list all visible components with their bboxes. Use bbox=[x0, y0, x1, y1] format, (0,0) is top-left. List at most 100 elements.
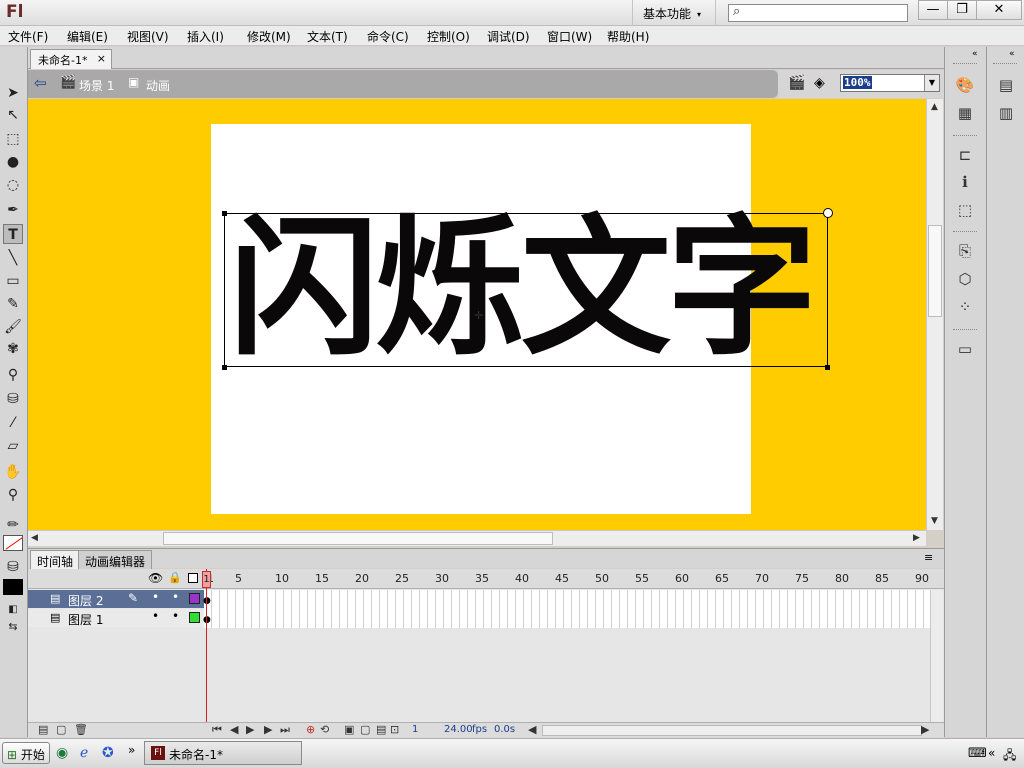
collapse-icon[interactable]: « bbox=[972, 49, 978, 59]
visibility-dot[interactable]: • bbox=[152, 590, 159, 604]
lock-icon[interactable]: 🔒 bbox=[168, 571, 182, 584]
network-icon[interactable]: 🖧 bbox=[1003, 746, 1016, 767]
document-tab[interactable]: 未命名-1* × bbox=[30, 49, 112, 69]
media-icon[interactable]: ✪ bbox=[102, 745, 114, 761]
swatches-panel-icon[interactable]: ▦ bbox=[954, 102, 976, 124]
scroll-thumb[interactable] bbox=[928, 225, 942, 317]
bone-tool-icon[interactable]: ⚲ bbox=[3, 365, 23, 385]
menu-view[interactable]: 视图(V) bbox=[127, 28, 169, 45]
menu-insert[interactable]: 插入(I) bbox=[187, 28, 224, 45]
panel-grip[interactable] bbox=[953, 63, 977, 66]
edit-multiple-frames-icon[interactable]: ▤ bbox=[376, 723, 386, 736]
help-search-input[interactable]: ⌕ bbox=[728, 4, 908, 22]
pencil-tool-icon[interactable]: ✎ bbox=[3, 294, 23, 314]
lasso-tool-icon[interactable]: ◌ bbox=[3, 175, 23, 195]
first-frame-icon[interactable]: ⏮ bbox=[212, 723, 222, 737]
new-layer-icon[interactable]: ▤ bbox=[38, 723, 48, 736]
hand-tool-icon[interactable]: ✋ bbox=[3, 462, 23, 482]
stage-vertical-scrollbar[interactable]: ▲ ▼ bbox=[926, 99, 943, 530]
layer-row[interactable]: ▤ 图层 1 • • bbox=[28, 609, 204, 627]
outline-color-swatch[interactable] bbox=[189, 612, 200, 623]
modify-markers-icon[interactable]: ⊡ bbox=[390, 723, 399, 736]
edit-scene-icon[interactable]: 🎬 bbox=[788, 75, 805, 91]
eye-icon[interactable]: 👁 bbox=[148, 571, 163, 585]
zoom-tool-icon[interactable]: ⚲ bbox=[3, 485, 23, 505]
menu-commands[interactable]: 命令(C) bbox=[367, 28, 409, 45]
delete-layer-icon[interactable]: 🗑 bbox=[74, 723, 88, 736]
edit-symbols-icon[interactable]: ◈ bbox=[814, 75, 825, 91]
eyedropper-tool-icon[interactable]: ⁄ bbox=[3, 413, 23, 433]
loop-icon[interactable]: ⟲ bbox=[320, 723, 329, 736]
ie-icon[interactable]: ℯ bbox=[80, 745, 88, 761]
stage-horizontal-scrollbar[interactable]: ◀ ▶ bbox=[28, 530, 926, 546]
selection-handle[interactable] bbox=[222, 365, 227, 370]
collapse-icon[interactable]: « bbox=[1009, 49, 1015, 59]
taskbar-item[interactable]: Fl 未命名-1* bbox=[144, 741, 302, 765]
project-panel-icon[interactable]: ▭ bbox=[954, 338, 976, 360]
actions-panel-icon[interactable]: ⎘ bbox=[954, 240, 976, 262]
playhead[interactable]: 1 bbox=[202, 571, 211, 588]
menu-help[interactable]: 帮助(H) bbox=[607, 28, 649, 45]
motion-presets-icon[interactable]: ⁘ bbox=[954, 296, 976, 318]
tab-motion-editor[interactable]: 动画编辑器 bbox=[78, 550, 153, 569]
tray-expand-icon[interactable]: « bbox=[988, 746, 995, 760]
scroll-left-icon[interactable]: ◀ bbox=[528, 723, 536, 736]
minimize-button[interactable]: — bbox=[918, 0, 948, 20]
3d-rotation-tool-icon[interactable]: ● bbox=[3, 152, 23, 172]
eraser-tool-icon[interactable]: ▱ bbox=[3, 436, 23, 456]
scroll-left-icon[interactable]: ◀ bbox=[31, 533, 38, 543]
step-back-icon[interactable]: ◀ bbox=[230, 723, 238, 736]
rectangle-tool-icon[interactable]: ▭ bbox=[3, 271, 23, 291]
free-transform-tool-icon[interactable]: ⬚ bbox=[3, 129, 23, 149]
panel-grip[interactable] bbox=[993, 63, 1017, 66]
color-panel-icon[interactable]: 🎨 bbox=[954, 74, 976, 96]
align-panel-icon[interactable]: ⊏ bbox=[954, 144, 976, 166]
selection-handle[interactable] bbox=[222, 211, 227, 216]
chevron-down-icon[interactable]: ▼ bbox=[924, 75, 939, 91]
layer-name[interactable]: 图层 1 bbox=[68, 611, 103, 628]
library-panel-icon[interactable]: ▥ bbox=[995, 102, 1017, 124]
subselection-tool-icon[interactable]: ↖ bbox=[3, 105, 23, 125]
info-panel-icon[interactable]: ℹ bbox=[954, 171, 976, 193]
lock-dot[interactable]: • bbox=[172, 590, 179, 604]
menu-window[interactable]: 窗口(W) bbox=[547, 28, 592, 45]
panel-menu-icon[interactable]: ≡ bbox=[924, 551, 933, 564]
step-forward-icon[interactable]: ▶ bbox=[264, 723, 272, 736]
panel-grip[interactable] bbox=[953, 329, 977, 332]
components-panel-icon[interactable]: ⬡ bbox=[954, 268, 976, 290]
menu-modify[interactable]: 修改(M) bbox=[247, 28, 291, 45]
scroll-down-icon[interactable]: ▼ bbox=[931, 516, 938, 526]
pen-tool-icon[interactable]: ✒ bbox=[3, 200, 23, 220]
outline-icon[interactable] bbox=[188, 573, 198, 583]
close-window-button[interactable]: ✕ bbox=[976, 0, 1022, 20]
visibility-dot[interactable]: • bbox=[152, 609, 159, 623]
scroll-right-icon[interactable]: ▶ bbox=[913, 533, 920, 543]
menu-edit[interactable]: 编辑(E) bbox=[67, 28, 108, 45]
workspace-switcher[interactable]: 基本功能 ▾ bbox=[632, 0, 716, 26]
line-tool-icon[interactable]: ╲ bbox=[3, 248, 23, 268]
back-icon[interactable]: ⇦ bbox=[34, 74, 47, 92]
outline-color-swatch[interactable] bbox=[189, 593, 200, 604]
new-folder-icon[interactable]: ▢ bbox=[56, 723, 66, 736]
selection-tool-icon[interactable]: ➤ bbox=[3, 83, 23, 103]
stroke-color-swatch[interactable] bbox=[3, 535, 23, 551]
lock-dot[interactable]: • bbox=[172, 609, 179, 623]
start-button[interactable]: ⊞ 开始 bbox=[2, 742, 50, 764]
onion-skin-icon[interactable]: ▣ bbox=[344, 723, 354, 736]
timeline-vertical-scrollbar[interactable] bbox=[930, 590, 943, 722]
properties-panel-icon[interactable]: ▤ bbox=[995, 74, 1017, 96]
frames-grid[interactable] bbox=[204, 590, 930, 628]
quicklaunch-more-icon[interactable]: » bbox=[128, 743, 135, 757]
fill-color-icon[interactable]: ⛁ bbox=[3, 557, 23, 577]
swap-colors-icon[interactable]: ⇆ bbox=[3, 617, 23, 637]
center-frame-icon[interactable]: ⊕ bbox=[306, 723, 315, 736]
layer-name[interactable]: 图层 2 bbox=[68, 592, 103, 609]
stroke-color-icon[interactable]: ✏ bbox=[3, 515, 23, 535]
paint-bucket-tool-icon[interactable]: ⛁ bbox=[3, 389, 23, 409]
breadcrumb-scene[interactable]: 场景 1 bbox=[79, 77, 114, 94]
menu-control[interactable]: 控制(O) bbox=[427, 28, 470, 45]
brush-tool-icon[interactable]: 🖌 bbox=[3, 317, 23, 337]
pasteboard[interactable]: 闪烁文字 ✛ bbox=[28, 99, 926, 530]
play-icon[interactable]: ▶ bbox=[246, 723, 254, 736]
scroll-thumb[interactable] bbox=[163, 532, 553, 545]
